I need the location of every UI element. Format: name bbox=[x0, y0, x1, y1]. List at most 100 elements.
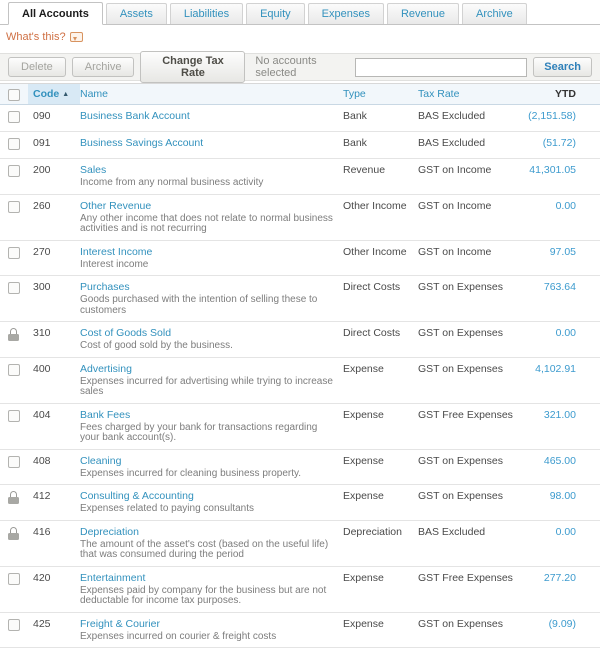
speech-bubble-icon[interactable] bbox=[70, 32, 83, 42]
account-description: The amount of the asset's cost (based on… bbox=[80, 540, 333, 561]
account-ytd-link[interactable]: (51.72) bbox=[543, 138, 576, 149]
row-checkbox[interactable] bbox=[8, 364, 20, 376]
tab-revenue[interactable]: Revenue bbox=[387, 3, 459, 24]
account-tax-rate: GST on Expenses bbox=[418, 619, 503, 630]
account-type: Direct Costs bbox=[343, 282, 400, 293]
account-name-link[interactable]: Business Savings Account bbox=[80, 138, 203, 149]
whats-this-link[interactable]: What's this? bbox=[6, 31, 66, 43]
account-code: 400 bbox=[33, 364, 51, 375]
account-type: Direct Costs bbox=[343, 328, 400, 339]
header-name[interactable]: Name bbox=[80, 84, 343, 104]
account-type: Expense bbox=[343, 573, 384, 584]
account-code: 300 bbox=[33, 282, 51, 293]
account-name-link[interactable]: Bank Fees bbox=[80, 410, 130, 421]
table-row: 300 Purchases Goods purchased with the i… bbox=[0, 276, 600, 322]
account-code: 425 bbox=[33, 619, 51, 630]
account-type: Bank bbox=[343, 111, 367, 122]
account-description: Interest income bbox=[80, 260, 333, 271]
account-description: Expenses incurred on courier & freight c… bbox=[80, 632, 333, 643]
table-row: 310 Cost of Goods Sold Cost of good sold… bbox=[0, 322, 600, 358]
row-checkbox[interactable] bbox=[8, 201, 20, 213]
account-ytd-link[interactable]: 277.20 bbox=[544, 573, 576, 584]
account-name-link[interactable]: Cost of Goods Sold bbox=[80, 328, 171, 339]
account-ytd-link[interactable]: 465.00 bbox=[544, 456, 576, 467]
row-select-cell bbox=[0, 105, 28, 131]
account-name-link[interactable]: Freight & Courier bbox=[80, 619, 160, 630]
account-type: Expense bbox=[343, 619, 384, 630]
account-name-link[interactable]: Depreciation bbox=[80, 527, 139, 538]
account-name-link[interactable]: Business Bank Account bbox=[80, 111, 190, 122]
account-code: 200 bbox=[33, 165, 51, 176]
table-row: 420 Entertainment Expenses paid by compa… bbox=[0, 567, 600, 613]
row-select-cell bbox=[0, 159, 28, 185]
header-type[interactable]: Type bbox=[343, 84, 418, 104]
account-type: Revenue bbox=[343, 165, 385, 176]
delete-button[interactable]: Delete bbox=[8, 57, 66, 77]
header-code[interactable]: Code▲ bbox=[28, 84, 80, 104]
change-tax-rate-button[interactable]: Change Tax Rate bbox=[140, 51, 245, 83]
account-description: Cost of good sold by the business. bbox=[80, 341, 333, 352]
account-type: Expense bbox=[343, 410, 384, 421]
account-ytd-link[interactable]: 98.00 bbox=[550, 491, 576, 502]
account-tax-rate: GST on Expenses bbox=[418, 491, 503, 502]
search-button[interactable]: Search bbox=[533, 57, 592, 77]
account-ytd-link[interactable]: (9.09) bbox=[549, 619, 576, 630]
tab-equity[interactable]: Equity bbox=[246, 3, 305, 24]
row-checkbox[interactable] bbox=[8, 619, 20, 631]
account-name-link[interactable]: Purchases bbox=[80, 282, 130, 293]
account-description: Fees charged by your bank for transactio… bbox=[80, 423, 333, 444]
search-input[interactable] bbox=[355, 58, 527, 77]
account-description: Expenses paid by company for the busines… bbox=[80, 586, 333, 607]
account-ytd-link[interactable]: 4,102.91 bbox=[535, 364, 576, 375]
row-select-cell bbox=[0, 485, 28, 512]
table-row: 200 Sales Income from any normal busines… bbox=[0, 159, 600, 195]
tab-expenses[interactable]: Expenses bbox=[308, 3, 384, 24]
archive-button[interactable]: Archive bbox=[72, 57, 135, 77]
account-name-link[interactable]: Advertising bbox=[80, 364, 132, 375]
account-name-link[interactable]: Consulting & Accounting bbox=[80, 491, 194, 502]
tab-liabilities[interactable]: Liabilities bbox=[170, 3, 243, 24]
table-row: 425 Freight & Courier Expenses incurred … bbox=[0, 613, 600, 648]
account-ytd-link[interactable]: (2,151.58) bbox=[528, 111, 576, 122]
row-checkbox[interactable] bbox=[8, 282, 20, 294]
row-checkbox[interactable] bbox=[8, 573, 20, 585]
header-tax-rate[interactable]: Tax Rate bbox=[418, 84, 523, 104]
account-ytd-link[interactable]: 763.64 bbox=[544, 282, 576, 293]
row-select-cell bbox=[0, 195, 28, 221]
account-ytd-link[interactable]: 0.00 bbox=[556, 527, 576, 538]
row-checkbox[interactable] bbox=[8, 247, 20, 259]
row-checkbox[interactable] bbox=[8, 111, 20, 123]
account-name-link[interactable]: Sales bbox=[80, 165, 106, 176]
row-checkbox[interactable] bbox=[8, 165, 20, 177]
row-select-cell bbox=[0, 132, 28, 158]
account-tax-rate: GST on Expenses bbox=[418, 364, 503, 375]
tab-archive[interactable]: Archive bbox=[462, 3, 527, 24]
account-ytd-link[interactable]: 321.00 bbox=[544, 410, 576, 421]
account-name-link[interactable]: Cleaning bbox=[80, 456, 121, 467]
row-select-cell bbox=[0, 521, 28, 548]
tab-all-accounts[interactable]: All Accounts bbox=[8, 2, 103, 25]
account-name-link[interactable]: Other Revenue bbox=[80, 201, 151, 212]
table-row: 270 Interest Income Interest income Othe… bbox=[0, 241, 600, 277]
account-name-link[interactable]: Entertainment bbox=[80, 573, 145, 584]
row-checkbox[interactable] bbox=[8, 410, 20, 422]
header-ytd[interactable]: YTD bbox=[523, 84, 600, 104]
row-checkbox[interactable] bbox=[8, 138, 20, 150]
row-select-cell bbox=[0, 276, 28, 302]
account-ytd-link[interactable]: 0.00 bbox=[556, 201, 576, 212]
account-description: Income from any normal business activity bbox=[80, 178, 333, 189]
account-name-link[interactable]: Interest Income bbox=[80, 247, 152, 258]
account-tax-rate: BAS Excluded bbox=[418, 527, 485, 538]
tab-assets[interactable]: Assets bbox=[106, 3, 167, 24]
account-code: 310 bbox=[33, 328, 51, 339]
account-description: Expenses related to paying consultants bbox=[80, 504, 333, 515]
header-checkbox-cell bbox=[0, 84, 28, 104]
select-all-checkbox[interactable] bbox=[8, 89, 20, 101]
account-ytd-link[interactable]: 41,301.05 bbox=[529, 165, 576, 176]
row-checkbox[interactable] bbox=[8, 456, 20, 468]
selection-status: No accounts selected bbox=[255, 55, 349, 79]
account-code: 404 bbox=[33, 410, 51, 421]
toolbar: Delete Archive Change Tax Rate No accoun… bbox=[0, 53, 600, 81]
account-ytd-link[interactable]: 97.05 bbox=[550, 247, 576, 258]
account-ytd-link[interactable]: 0.00 bbox=[556, 328, 576, 339]
